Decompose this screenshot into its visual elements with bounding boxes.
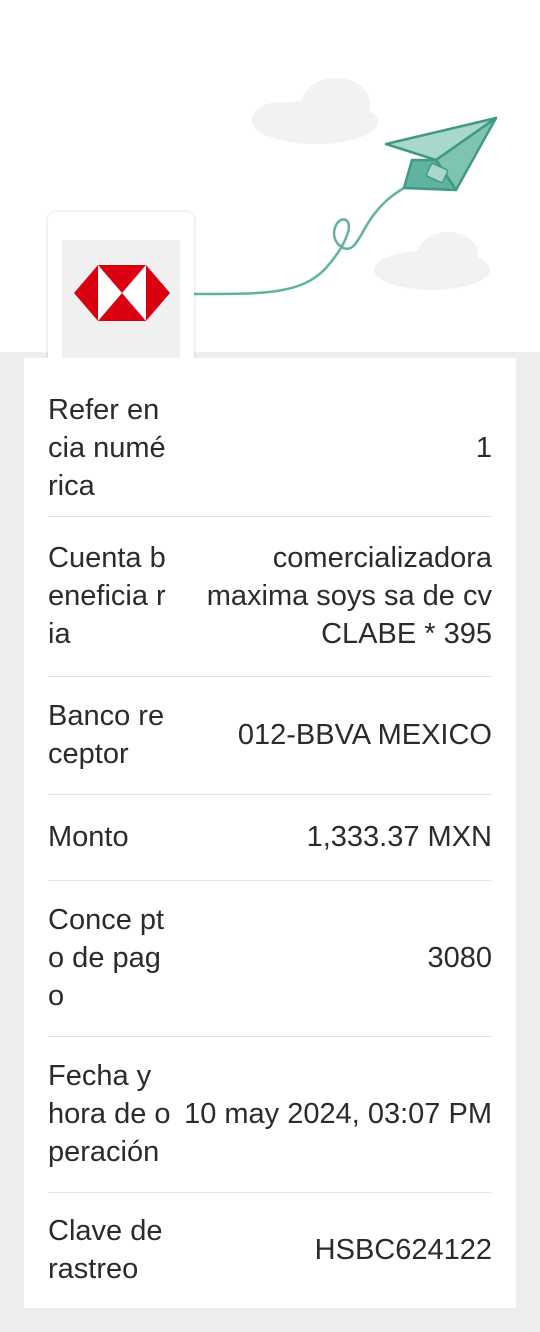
detail-label: Fecha y hora de o peración	[48, 1060, 171, 1168]
detail-row-beneficiary: Cuenta beneficia ria comercializadora ma…	[48, 516, 492, 677]
detail-row-tracking-key: Clave de rastreo HSBC624122	[48, 1192, 492, 1308]
detail-value: HSBC624122	[314, 1234, 492, 1266]
detail-label: Clave de rastreo	[48, 1215, 163, 1285]
detail-label: Cuenta beneficia ria	[48, 542, 166, 650]
detail-value: comercializadora maxima soys sa de cv CL…	[206, 542, 492, 650]
detail-label: Refer encia numérica	[48, 394, 166, 502]
detail-row-reference: Refer encia numérica 1	[48, 380, 492, 517]
transfer-details-card: Refer encia numérica 1 Cuenta beneficia …	[24, 358, 516, 1308]
detail-value: 1,333.37 MXN	[306, 821, 492, 853]
detail-row-receiving-bank: Banco receptor 012-BBVA MEXICO	[48, 676, 492, 795]
detail-label: Conce pto de pago	[48, 904, 165, 1012]
logo-container	[62, 240, 180, 360]
detail-label: Monto	[48, 821, 129, 853]
detail-label: Banco receptor	[48, 700, 165, 770]
detail-value: 1	[475, 432, 492, 464]
detail-value: 10 may 2024, 03:07 PM	[184, 1098, 492, 1130]
detail-row-payment-concept: Conce pto de pago 3080	[48, 880, 492, 1037]
detail-value: 012-BBVA MEXICO	[237, 719, 492, 751]
bank-logo-card	[48, 212, 194, 372]
detail-row-operation-date: Fecha y hora de o peración 10 may 2024, …	[48, 1036, 492, 1193]
detail-value: 3080	[427, 942, 492, 974]
detail-row-amount: Monto 1,333.37 MXN	[48, 794, 492, 881]
hsbc-hexagon-logo-icon	[74, 265, 170, 321]
paper-plane-icon	[384, 116, 498, 192]
